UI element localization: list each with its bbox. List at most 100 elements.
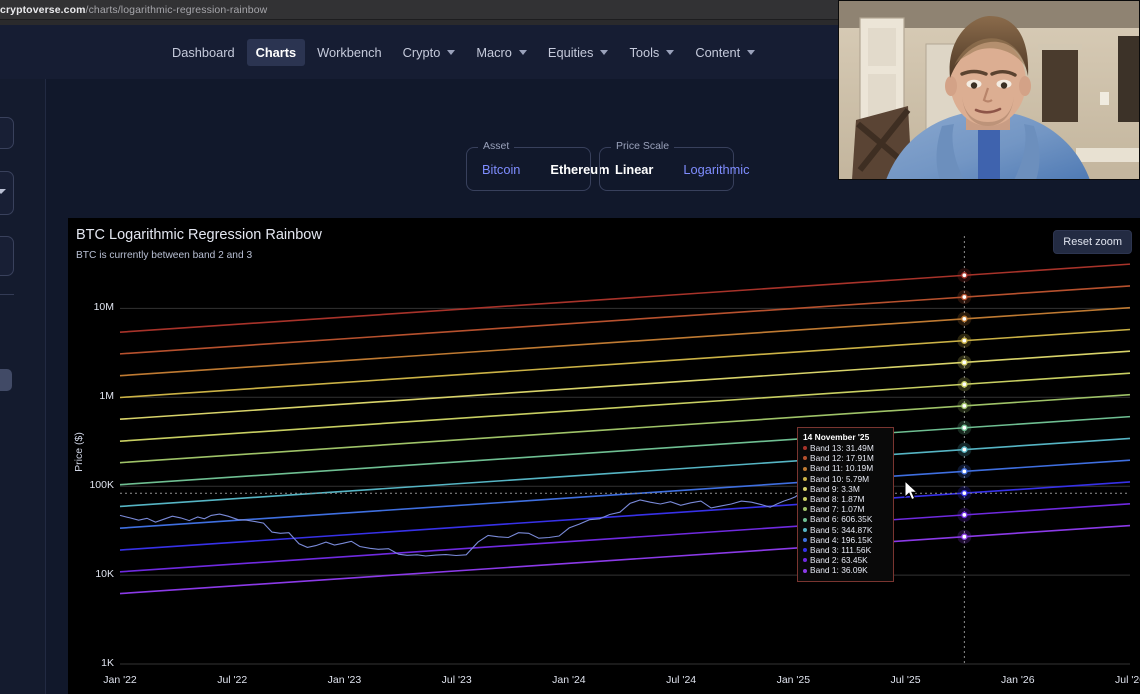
nav-item-workbench[interactable]: Workbench — [308, 39, 391, 66]
nav-item-equities[interactable]: Equities — [539, 39, 618, 66]
url-text: cryptoverse.com/charts/logarithmic-regre… — [0, 4, 267, 16]
nav-item-label: Workbench — [317, 44, 382, 60]
tooltip-row: Band 7: 1.07M — [803, 504, 888, 514]
tooltip-series-label: Band 6: 606.35K — [810, 514, 873, 525]
band-line[interactable] — [119, 350, 1131, 421]
chevron-down-icon — [747, 49, 756, 55]
tooltip-series-dot — [803, 507, 807, 512]
band-marker[interactable] — [961, 337, 968, 344]
nav-item-charts[interactable]: Charts — [246, 38, 306, 66]
sidebar-control-2[interactable] — [0, 171, 14, 215]
band-marker[interactable] — [961, 293, 968, 301]
price-scale-toggle-group: Price Scale Linear Logarithmic — [599, 140, 750, 191]
nav-item-label: Charts — [255, 44, 297, 60]
x-tick-label: Jul '22 — [217, 674, 248, 686]
band-marker[interactable] — [961, 446, 968, 453]
band-line[interactable] — [119, 524, 1131, 595]
band-line[interactable] — [119, 459, 1131, 529]
tooltip-series-label: Band 13: 31.49M — [810, 443, 874, 453]
tooltip-series-dot — [803, 476, 807, 481]
band-line[interactable] — [119, 306, 1131, 377]
band-line[interactable] — [119, 481, 1131, 551]
band-marker[interactable] — [961, 271, 968, 279]
band-line[interactable] — [119, 372, 1131, 442]
nav-item-label: Tools — [629, 44, 660, 60]
tooltip-series-dot — [803, 558, 807, 563]
x-tick-label: Jan '22 — [103, 674, 137, 686]
nav-item-tools[interactable]: Tools — [620, 39, 683, 66]
band-marker[interactable] — [961, 381, 968, 388]
tooltip-row: Band 1: 36.09K — [803, 565, 888, 575]
chart-tooltip: 14 November '25 Band 13: 31.49M Band 12: … — [797, 427, 894, 582]
x-tick-label: Jul '24 — [666, 674, 697, 686]
sidebar-control-1[interactable] — [0, 117, 14, 149]
chevron-down-icon — [518, 49, 527, 55]
band-marker[interactable] — [961, 511, 968, 519]
price-scale-option-linear[interactable]: Linear — [600, 148, 668, 190]
band-line[interactable] — [119, 437, 1131, 508]
sidebar-divider — [0, 294, 14, 295]
tooltip-series-dot — [803, 517, 807, 522]
nav-item-label: Content — [695, 44, 741, 60]
asset-option-bitcoin[interactable]: Bitcoin — [467, 148, 535, 190]
sidebar-tab-handle[interactable] — [0, 369, 12, 391]
nav-item-label: Dashboard — [172, 44, 235, 60]
tooltip-series-label: Band 11: 10.19M — [810, 463, 874, 474]
price-scale-option-logarithmic[interactable]: Logarithmic — [668, 148, 764, 190]
nav-item-dashboard[interactable]: Dashboard — [163, 39, 244, 66]
tooltip-series-dot — [803, 537, 807, 542]
x-tick-label: Jul '23 — [441, 674, 472, 686]
band-line[interactable] — [119, 502, 1131, 573]
tooltip-row: Band 12: 17.91M — [803, 453, 888, 463]
tooltip-rows: Band 13: 31.49M Band 12: 17.91M Band 11: 1… — [803, 443, 888, 576]
y-tick-label: 1K — [101, 657, 114, 669]
chevron-down-icon — [666, 49, 675, 55]
tooltip-row: Band 3: 111.56K — [803, 545, 888, 555]
tooltip-row: Band 4: 196.15K — [803, 535, 888, 545]
tooltip-series-dot — [803, 548, 807, 553]
band-line[interactable] — [119, 328, 1131, 399]
tooltip-row: Band 5: 344.87K — [803, 525, 888, 535]
band-marker[interactable] — [961, 424, 968, 432]
tooltip-row: Band 6: 606.35K — [803, 514, 888, 524]
x-tick-label: Jan '23 — [327, 674, 362, 686]
band-marker[interactable] — [961, 315, 968, 323]
tooltip-series-dot — [803, 497, 807, 502]
mouse-cursor — [904, 480, 919, 501]
price-scale-segments: Linear Logarithmic — [600, 148, 750, 190]
nav-item-label: Macro — [476, 44, 512, 60]
band-line[interactable] — [119, 263, 1131, 334]
band-marker[interactable] — [961, 359, 968, 366]
tooltip-series-label: Band 10: 5.79M — [810, 473, 870, 484]
screen: cryptoverse.com/charts/logarithmic-regre… — [0, 0, 1140, 694]
tooltip-series-label: Band 8: 1.87M — [810, 494, 865, 505]
tooltip-series-dot — [803, 446, 807, 451]
chevron-down-icon — [600, 49, 609, 55]
band-marker[interactable] — [961, 489, 968, 497]
price-line[interactable] — [119, 483, 827, 557]
nav-item-macro[interactable]: Macro — [467, 39, 536, 66]
tooltip-date: 14 November '25 — [803, 432, 870, 442]
tooltip-series-label: Band 5: 344.87K — [810, 524, 873, 535]
left-sidebar — [0, 79, 46, 694]
band-marker[interactable] — [961, 468, 968, 475]
tooltip-series-dot — [803, 456, 807, 461]
nav-item-label: Equities — [547, 44, 594, 60]
tooltip-series-label: Band 9: 3.3M — [810, 483, 860, 494]
band-marker[interactable] — [961, 402, 968, 410]
chart-plot-area[interactable] — [68, 218, 1140, 694]
nav-item-crypto[interactable]: Crypto — [394, 39, 465, 66]
band-marker[interactable] — [961, 533, 968, 541]
tooltip-series-label: Band 3: 111.56K — [810, 545, 872, 556]
tooltip-series-label: Band 2: 63.45K — [810, 555, 868, 566]
url-path: /charts/logarithmic-regression-rainbow — [85, 3, 268, 16]
sidebar-control-3[interactable] — [0, 236, 14, 276]
tooltip-row: Band 13: 31.49M — [803, 443, 888, 453]
band-line[interactable] — [119, 393, 1131, 464]
chevron-down-icon — [0, 189, 6, 194]
band-line[interactable] — [119, 415, 1131, 486]
nav-item-content[interactable]: Content — [686, 39, 764, 66]
band-line[interactable] — [119, 285, 1131, 355]
tooltip-row: Band 9: 3.3M — [803, 484, 888, 494]
tooltip-row: Band 11: 10.19M — [803, 463, 888, 473]
